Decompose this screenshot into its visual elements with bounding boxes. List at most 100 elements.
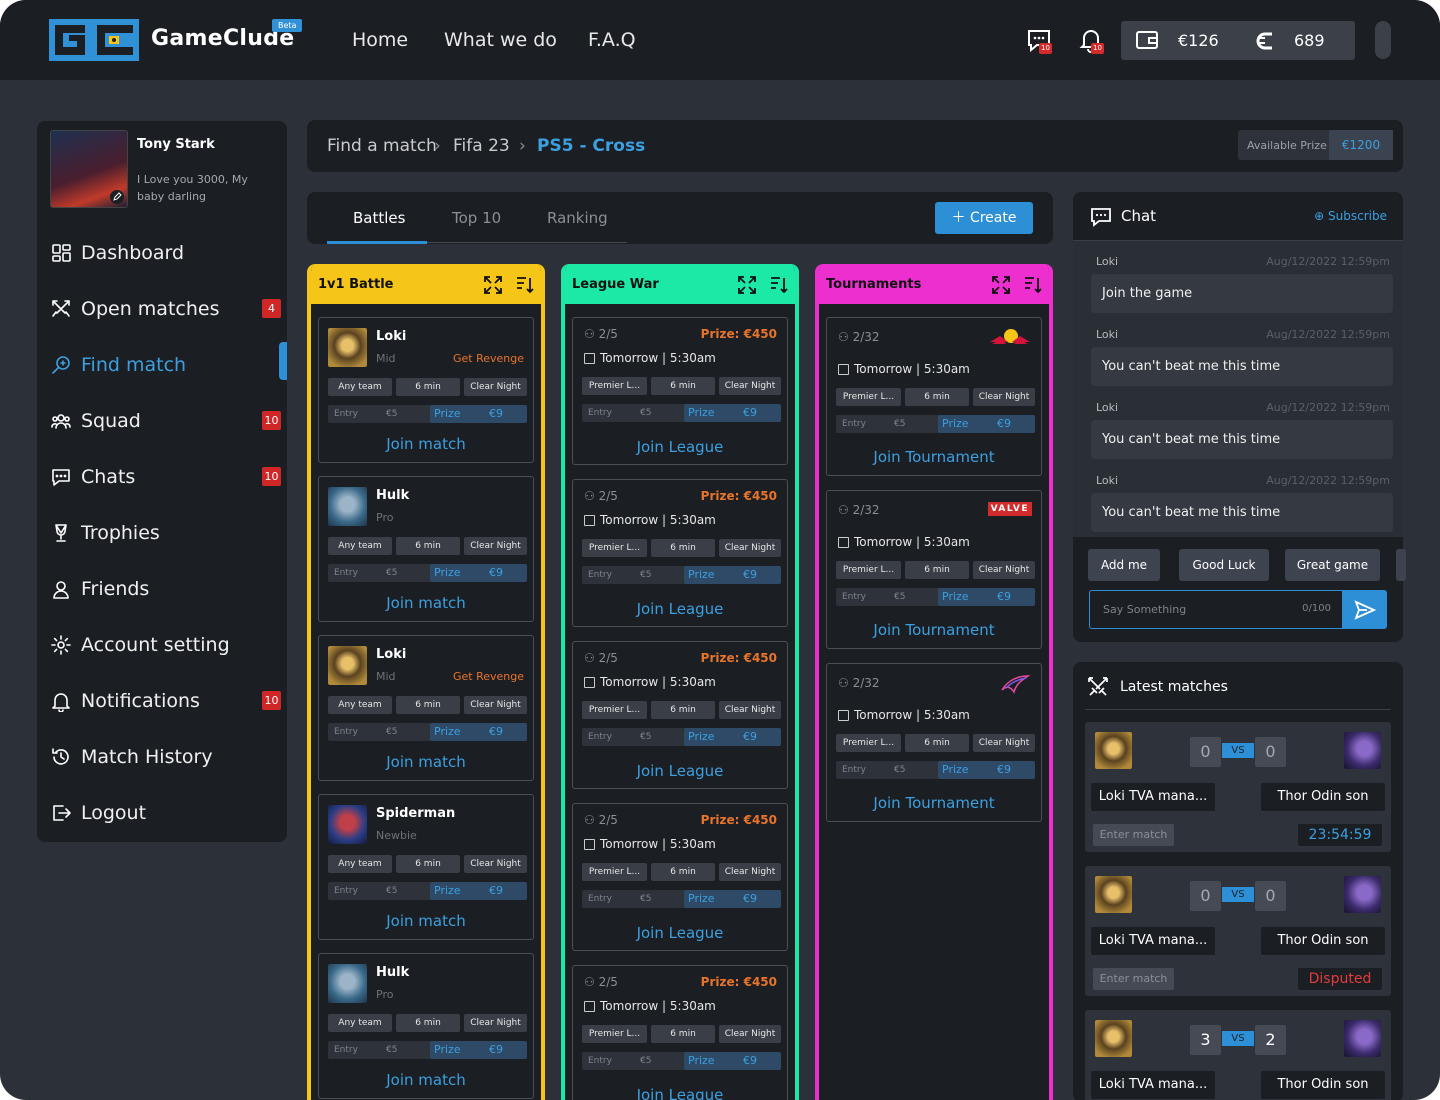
join-league-button[interactable]: Join League [573, 762, 787, 780]
settings-pill[interactable] [1375, 21, 1391, 59]
bell-icon [52, 693, 70, 712]
sidebar-item-match-history[interactable]: Match History [50, 738, 287, 778]
nav-faq[interactable]: F.A.Q [588, 29, 636, 51]
top-bar: GameClude Beta Home What we do F.A.Q 10 … [0, 0, 1440, 80]
player-avatar[interactable] [328, 328, 367, 367]
tab-ranking[interactable]: Ranking [547, 209, 608, 227]
app-frame: GameClude Beta Home What we do F.A.Q 10 … [0, 0, 1440, 1100]
player-name[interactable]: Hulk [376, 965, 409, 980]
player-avatar[interactable] [328, 487, 367, 526]
sidebar-item-squad[interactable]: Squad 10 [50, 402, 287, 442]
player-name[interactable]: Loki [376, 647, 406, 662]
messages-button[interactable]: 10 [1025, 26, 1053, 54]
sidebar-item-chats[interactable]: Chats 10 [50, 458, 287, 498]
prize-chip: Prize €9 [938, 588, 1035, 606]
player-name[interactable]: Hulk [376, 488, 409, 503]
chat-char-counter: 0/100 [1302, 603, 1331, 614]
quick-reply-button[interactable]: Add me [1088, 549, 1160, 581]
gameclude-logo[interactable] [49, 19, 139, 61]
join-match-button[interactable]: Join match [319, 753, 533, 771]
tab-top10[interactable]: Top 10 [452, 209, 501, 227]
nav-home[interactable]: Home [352, 29, 408, 51]
time-chip: 6 min [396, 696, 460, 714]
league-slots-value: 2/5 [598, 651, 618, 665]
player-rank: Newbie [376, 829, 417, 842]
sort-icon[interactable] [769, 275, 789, 295]
join-tournament-button[interactable]: Join Tournament [827, 448, 1041, 466]
player2-avatar [1344, 876, 1381, 913]
entry-chip: Entry €5 [328, 405, 432, 423]
join-match-button[interactable]: Join match [319, 912, 533, 930]
tab-battles[interactable]: Battles [353, 209, 405, 227]
edit-icon[interactable] [110, 190, 124, 204]
sort-icon[interactable] [515, 275, 535, 295]
join-match-button[interactable]: Join match [319, 435, 533, 453]
time-chip: 6 min [651, 539, 715, 557]
tournament-date: Tomorrow | 5:30am [854, 535, 970, 549]
player1-avatar [1095, 1020, 1132, 1057]
prize-value: €9 [997, 763, 1011, 776]
join-league-button[interactable]: Join League [573, 924, 787, 942]
send-button[interactable] [1343, 590, 1387, 629]
calendar-icon [584, 677, 595, 688]
join-league-button[interactable]: Join League [573, 438, 787, 456]
tournament-card: ⚇ 2/32 VALVE Tomorrow | 5:30am Premier L...… [826, 490, 1042, 649]
join-league-button[interactable]: Join League [573, 1086, 787, 1100]
player1-avatar [1095, 876, 1132, 913]
sidebar-item-notifications[interactable]: Notifications 10 [50, 682, 287, 722]
quick-reply-button[interactable]: Great game [1285, 549, 1380, 581]
sidebar-item-find-match[interactable]: Find match [50, 346, 287, 386]
subscribe-label: Subscribe [1328, 209, 1387, 223]
crumb-find-match[interactable]: Find a match [327, 136, 437, 156]
enter-match-button[interactable]: Enter match [1093, 824, 1174, 846]
sidebar-item-open-matches[interactable]: Open matches 4 [50, 290, 287, 330]
join-tournament-button[interactable]: Join Tournament [827, 794, 1041, 812]
sidebar-item-friends[interactable]: Friends [50, 570, 287, 610]
player-name[interactable]: Loki [376, 329, 406, 344]
team-chip: Any team [328, 855, 392, 873]
chat-input[interactable]: Say Something 0/100 [1089, 590, 1343, 629]
subscribe-button[interactable]: ⊕ Subscribe [1314, 209, 1387, 223]
avatar[interactable] [50, 130, 128, 208]
nav-what-we-do[interactable]: What we do [444, 29, 557, 51]
join-tournament-button[interactable]: Join Tournament [827, 621, 1041, 639]
expand-icon[interactable] [991, 275, 1011, 295]
mode-chip: Premier L... [836, 734, 901, 752]
expand-icon[interactable] [737, 275, 757, 295]
notifications-button[interactable]: 10 [1077, 26, 1105, 54]
wallet-box[interactable]: €126 689 [1121, 21, 1355, 60]
enter-match-button[interactable]: Enter match [1093, 968, 1174, 990]
quick-reply-overflow[interactable] [1396, 549, 1406, 581]
player-name[interactable]: Spiderman [376, 806, 455, 821]
prize-label: Prize [688, 568, 715, 581]
sidebar-item-trophies[interactable]: Trophies [50, 514, 287, 554]
sort-icon[interactable] [1023, 275, 1043, 295]
player-avatar[interactable] [328, 805, 367, 844]
sidebar-item-account-setting[interactable]: Account setting [50, 626, 287, 666]
weather-chip: Clear Night [973, 561, 1035, 579]
player-avatar[interactable] [328, 964, 367, 1003]
player2-name: Thor Odin son [1261, 1071, 1385, 1099]
calendar-icon [838, 710, 849, 721]
create-button[interactable]: ＋ Create [935, 202, 1033, 234]
prize-label: Prize [434, 1043, 461, 1056]
sidebar-item-label: Logout [81, 802, 147, 824]
expand-icon[interactable] [483, 275, 503, 295]
quick-reply-button[interactable]: Good Luck [1179, 549, 1269, 581]
crumb-fifa[interactable]: Fifa 23 [453, 136, 510, 156]
player-avatar[interactable] [328, 646, 367, 685]
join-match-button[interactable]: Join match [319, 1071, 533, 1089]
join-league-button[interactable]: Join League [573, 600, 787, 618]
weather-chip: Clear Night [464, 537, 527, 555]
sidebar: Tony Stark I Love you 3000, My baby darl… [37, 121, 287, 842]
latest-match-card[interactable]: 0 0 VS Loki TVA mana... Thor Odin son Enter m… [1085, 866, 1391, 996]
league-slots-value: 2/5 [598, 489, 618, 503]
join-match-button[interactable]: Join match [319, 594, 533, 612]
latest-match-card[interactable]: 0 0 VS Loki TVA mana... Thor Odin son Enter m… [1085, 722, 1391, 852]
league-column: League War ⚇ 2/5 Prize: €450 Tomorrow | 5:… [561, 264, 799, 1100]
tournament-slots-value: 2/32 [852, 330, 880, 344]
sidebar-item-logout[interactable]: Logout [50, 794, 287, 834]
latest-match-card[interactable]: 32VSLoki TVA mana...Thor Odin sonEnter m… [1085, 1010, 1391, 1100]
sidebar-item-dashboard[interactable]: Dashboard [50, 234, 287, 274]
chat-messages[interactable]: Loki Aug/12/2022 12:59pm Join the game Loki… [1073, 240, 1403, 537]
